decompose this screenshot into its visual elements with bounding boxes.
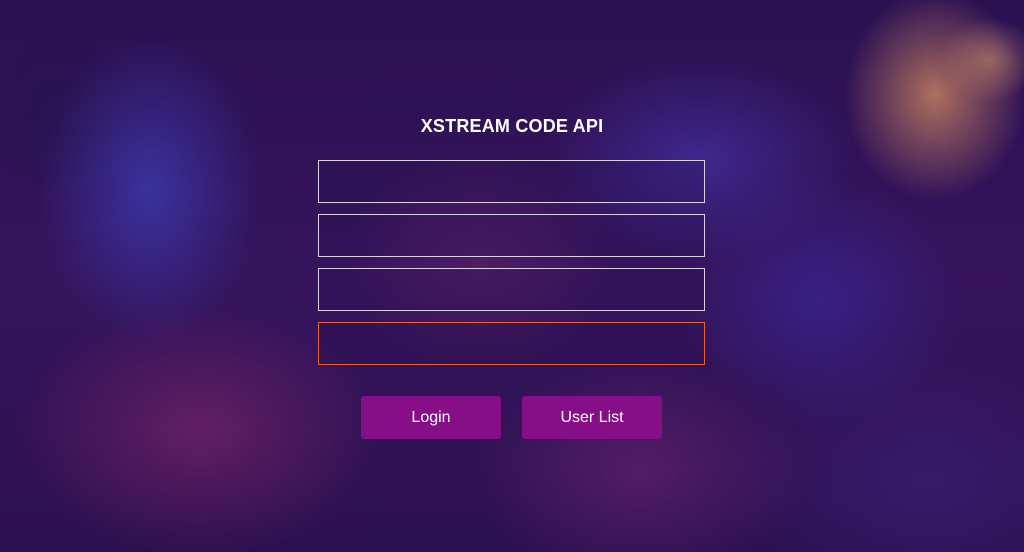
page-title: XSTREAM CODE API [420, 116, 604, 136]
input-field-1[interactable] [318, 160, 705, 203]
login-screen: XSTREAM CODE API Login User List [0, 0, 1024, 552]
input-field-4[interactable] [318, 322, 705, 365]
user-list-button[interactable]: User List [522, 396, 662, 439]
input-field-2[interactable] [318, 214, 705, 257]
login-button[interactable]: Login [361, 396, 501, 439]
input-field-3[interactable] [318, 268, 705, 311]
